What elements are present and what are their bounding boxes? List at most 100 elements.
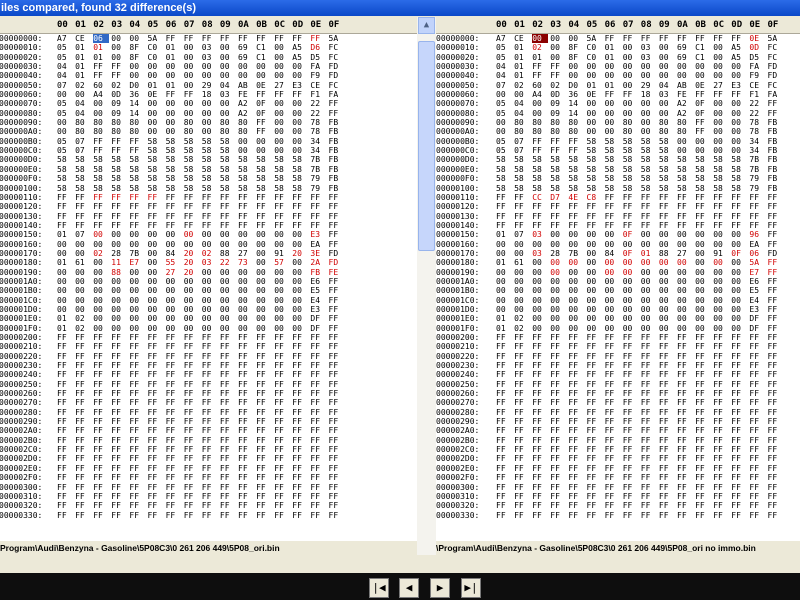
hex-row[interactable]: 00000240: FF FF FF FF FF FF FF FF FF FF FF FF FF FF FF F…: [436, 370, 800, 379]
hex-byte[interactable]: 00: [677, 258, 693, 267]
hex-byte[interactable]: FF: [310, 436, 326, 445]
hex-byte[interactable]: FF: [659, 202, 675, 211]
hex-row[interactable]: 000001D0: 00 00 00 00 00 00 00 00 00 00 00 00 00 00 E3 F…: [0, 305, 417, 314]
hex-byte[interactable]: FF: [768, 202, 784, 211]
hex-byte[interactable]: 00: [641, 286, 657, 295]
hex-byte[interactable]: FF: [57, 501, 73, 510]
hex-byte[interactable]: E7: [129, 258, 145, 267]
hex-byte[interactable]: FF: [532, 342, 548, 351]
hex-byte[interactable]: FF: [587, 370, 603, 379]
hex-byte[interactable]: 00: [220, 268, 236, 277]
hex-byte[interactable]: 00: [713, 314, 729, 323]
hex-byte[interactable]: 00: [129, 230, 145, 239]
hex-byte[interactable]: 58: [496, 184, 512, 193]
hex-byte[interactable]: 01: [514, 53, 530, 62]
hex-byte[interactable]: FF: [129, 389, 145, 398]
hex-byte[interactable]: FF: [238, 417, 254, 426]
hex-byte[interactable]: FF: [148, 464, 164, 473]
hex-byte[interactable]: FF: [75, 511, 91, 520]
hex-byte[interactable]: 69: [677, 43, 693, 52]
hex-byte[interactable]: 00: [202, 62, 218, 71]
hex-byte[interactable]: 00: [202, 127, 218, 136]
hex-byte[interactable]: 5A: [148, 34, 164, 43]
hex-byte[interactable]: C1: [695, 53, 711, 62]
hex-row[interactable]: 00000100: 58 58 58 58 58 58 58 58 58 58 58 58 58 58 79 F…: [436, 184, 800, 193]
hex-row[interactable]: 000000E0: 58 58 58 58 58 58 58 58 58 58 58 58 58 58 7B F…: [436, 165, 800, 174]
hex-byte[interactable]: C1: [695, 43, 711, 52]
hex-byte[interactable]: FF: [568, 202, 584, 211]
hex-byte[interactable]: FF: [749, 483, 765, 492]
hex-byte[interactable]: 00: [695, 268, 711, 277]
hex-byte[interactable]: 80: [238, 127, 254, 136]
hex-byte[interactable]: FF: [57, 511, 73, 520]
hex-byte[interactable]: 00: [75, 277, 91, 286]
hex-byte[interactable]: FF: [148, 417, 164, 426]
hex-byte[interactable]: 00: [677, 62, 693, 71]
hex-byte[interactable]: FF: [202, 34, 218, 43]
hex-byte[interactable]: FF: [256, 90, 272, 99]
hex-byte[interactable]: 00: [184, 305, 200, 314]
hex-byte[interactable]: 0E: [695, 81, 711, 90]
hex-row[interactable]: 00000040: 04 01 FF FF 00 00 00 00 00 00 00 00 00 00 F9 F…: [0, 71, 417, 80]
hex-byte[interactable]: 01: [166, 43, 182, 52]
hex-byte[interactable]: FB: [768, 127, 784, 136]
hex-byte[interactable]: 03: [532, 230, 548, 239]
hex-byte[interactable]: FF: [310, 34, 326, 43]
hex-byte[interactable]: 00: [274, 53, 290, 62]
hex-byte[interactable]: FF: [111, 370, 127, 379]
hex-byte[interactable]: 58: [292, 184, 308, 193]
hex-byte[interactable]: E3: [731, 81, 747, 90]
hex-byte[interactable]: FF: [659, 436, 675, 445]
hex-byte[interactable]: 00: [731, 324, 747, 333]
hex-byte[interactable]: FF: [659, 352, 675, 361]
hex-byte[interactable]: FF: [274, 389, 290, 398]
hex-row[interactable]: 000002C0: FF FF FF FF FF FF FF FF FF FF FF FF FF FF FF F…: [0, 445, 417, 454]
hex-byte[interactable]: FF: [496, 389, 512, 398]
hex-row[interactable]: 00000200: FF FF FF FF FF FF FF FF FF FF FF FF FF FF FF F…: [436, 333, 800, 342]
hex-byte[interactable]: 58: [75, 184, 91, 193]
hex-byte[interactable]: FF: [292, 389, 308, 398]
hex-byte[interactable]: 00: [238, 146, 254, 155]
hex-byte[interactable]: FF: [677, 352, 693, 361]
hex-byte[interactable]: 01: [166, 81, 182, 90]
hex-byte[interactable]: 58: [166, 165, 182, 174]
hex-byte[interactable]: 58: [623, 174, 639, 183]
hex-byte[interactable]: FF: [202, 445, 218, 454]
hex-byte[interactable]: FF: [659, 398, 675, 407]
hex-row[interactable]: 000001A0: 00 00 00 00 00 00 00 00 00 00 00 00 00 00 E6 F…: [436, 277, 800, 286]
hex-row[interactable]: 00000250: FF FF FF FF FF FF FF FF FF FF FF FF FF FF FF F…: [436, 380, 800, 389]
hex-byte[interactable]: FF: [677, 212, 693, 221]
hex-byte[interactable]: 00: [93, 296, 109, 305]
hex-byte[interactable]: FF: [587, 408, 603, 417]
hex-byte[interactable]: 58: [292, 155, 308, 164]
hex-byte[interactable]: 00: [148, 314, 164, 323]
hex-byte[interactable]: FF: [129, 454, 145, 463]
hex-byte[interactable]: FF: [532, 62, 548, 71]
hex-row[interactable]: 00000300: FF FF FF FF FF FF FF FF FF FF FF FF FF FF FF F…: [436, 483, 800, 492]
hex-byte[interactable]: 00: [148, 240, 164, 249]
hex-byte[interactable]: FF: [623, 352, 639, 361]
hex-byte[interactable]: FF: [129, 361, 145, 370]
hex-byte[interactable]: FF: [605, 193, 621, 202]
hex-byte[interactable]: FF: [641, 501, 657, 510]
hex-byte[interactable]: FF: [768, 314, 784, 323]
hex-byte[interactable]: FF: [605, 389, 621, 398]
hex-byte[interactable]: FB: [329, 155, 345, 164]
hex-byte[interactable]: FB: [329, 137, 345, 146]
hex-byte[interactable]: FF: [550, 352, 566, 361]
hex-row[interactable]: 000002C0: FF FF FF FF FF FF FF FF FF FF FF FF FF FF FF F…: [436, 445, 800, 454]
hex-byte[interactable]: FF: [166, 389, 182, 398]
hex-byte[interactable]: FF: [587, 221, 603, 230]
hex-byte[interactable]: 00: [550, 305, 566, 314]
hex-byte[interactable]: FF: [550, 212, 566, 221]
hex-byte[interactable]: 58: [731, 174, 747, 183]
hex-byte[interactable]: 00: [292, 118, 308, 127]
hex-byte[interactable]: FF: [292, 361, 308, 370]
hex-byte[interactable]: FF: [768, 380, 784, 389]
hex-byte[interactable]: 00: [713, 62, 729, 71]
hex-byte[interactable]: FF: [550, 492, 566, 501]
hex-byte[interactable]: FF: [731, 417, 747, 426]
hex-byte[interactable]: FF: [496, 342, 512, 351]
hex-byte[interactable]: 00: [550, 43, 566, 52]
hex-byte[interactable]: 58: [550, 155, 566, 164]
